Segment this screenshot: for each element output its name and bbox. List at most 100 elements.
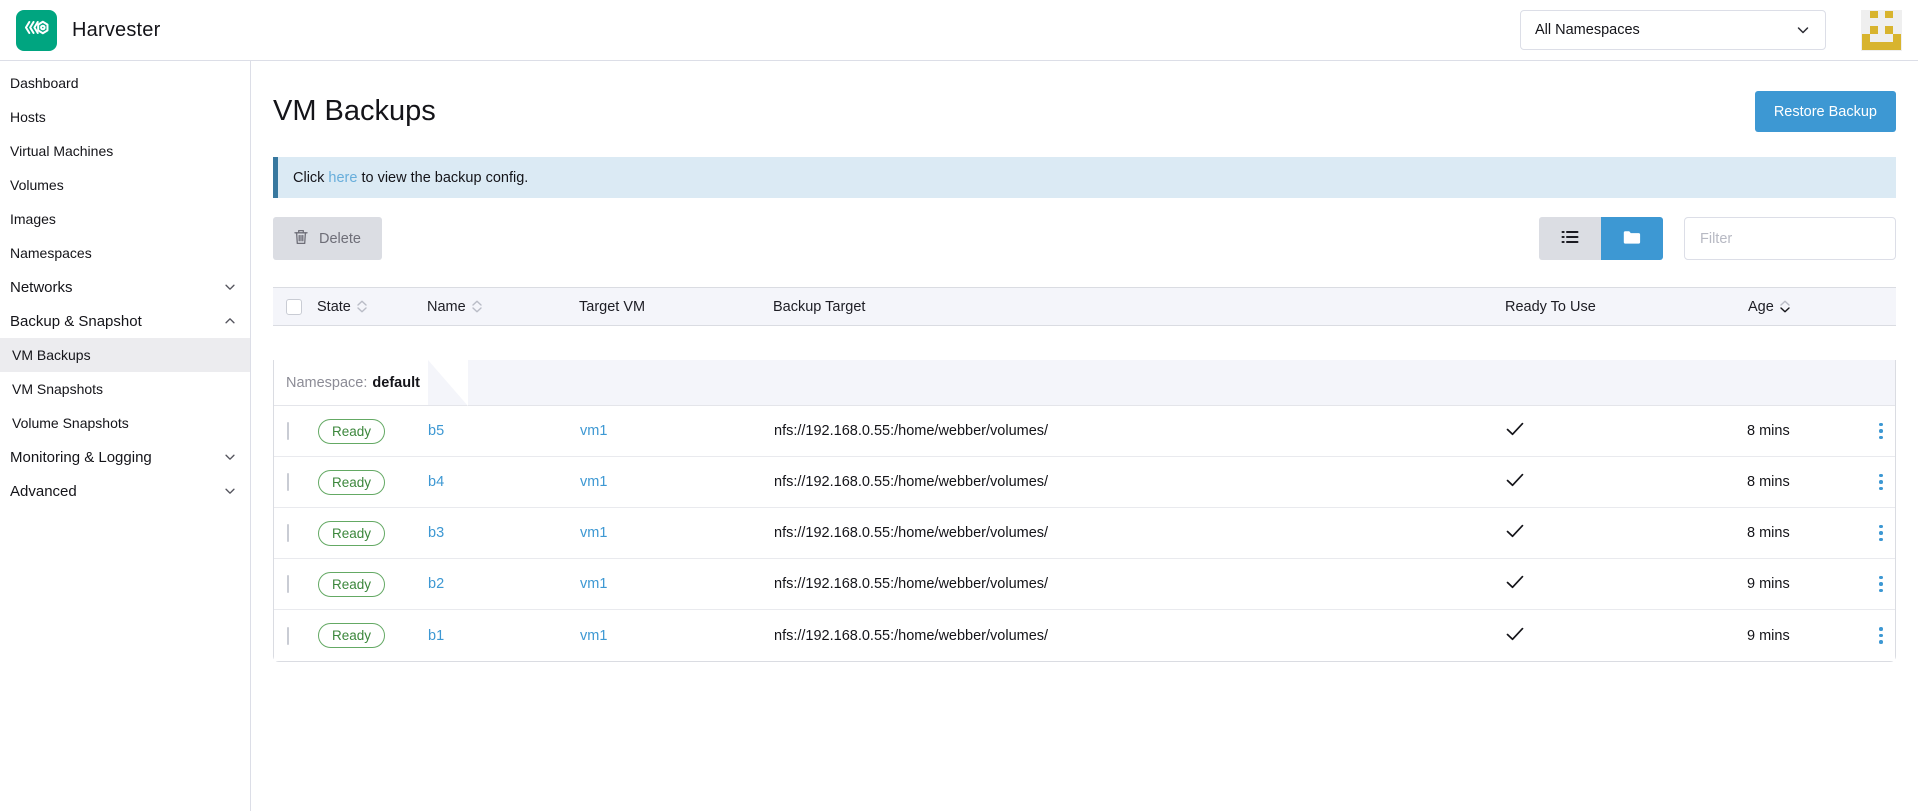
avatar-pixel <box>1878 11 1886 19</box>
sidebar-item-advanced[interactable]: Advanced <box>0 474 250 508</box>
backup-name-link[interactable]: b4 <box>428 474 444 490</box>
avatar-pixel <box>1878 18 1886 26</box>
ready-to-use-cell <box>1504 473 1747 491</box>
target-vm-link[interactable]: vm1 <box>580 628 607 644</box>
user-avatar[interactable] <box>1861 10 1902 51</box>
sidebar-item-label: Backup & Snapshot <box>10 313 223 330</box>
table-row: Ready b2 vm1 nfs://192.168.0.55:/home/we… <box>274 559 1895 610</box>
ready-check-icon <box>1506 627 1524 645</box>
target-vm-cell: vm1 <box>580 474 774 490</box>
backup-name-link[interactable]: b3 <box>428 525 444 541</box>
sort-icon <box>1780 300 1790 313</box>
list-view-icon <box>1561 230 1579 247</box>
ready-check-icon <box>1506 575 1524 593</box>
app-title: Harvester <box>72 19 161 42</box>
table-row: Ready b4 vm1 nfs://192.168.0.55:/home/we… <box>274 457 1895 508</box>
banner-here-link[interactable]: here <box>328 170 357 186</box>
row-actions-menu-icon[interactable] <box>1867 623 1895 648</box>
sidebar-item-volume-snapshots[interactable]: Volume Snapshots <box>0 406 250 440</box>
row-checkbox[interactable] <box>287 473 289 491</box>
group-value: default <box>372 375 420 391</box>
sidebar-nav: Dashboard Hosts Virtual Machines Volumes… <box>0 61 251 811</box>
sidebar-item-networks[interactable]: Networks <box>0 270 250 304</box>
ready-to-use-cell <box>1504 524 1747 542</box>
target-vm-link[interactable]: vm1 <box>580 576 607 592</box>
avatar-pixel <box>1885 18 1893 26</box>
table-row: Ready b5 vm1 nfs://192.168.0.55:/home/we… <box>274 406 1895 457</box>
state-cell: Ready <box>318 572 428 597</box>
table-body: Namespace: default Ready b5 vm1 nfs://19… <box>273 360 1896 662</box>
row-checkbox[interactable] <box>287 422 289 440</box>
target-vm-link[interactable]: vm1 <box>580 474 607 490</box>
column-header-label: Target VM <box>579 299 645 315</box>
delete-button-label: Delete <box>319 231 361 247</box>
row-actions-menu-icon[interactable] <box>1867 521 1895 546</box>
sidebar-item-label: Advanced <box>10 483 223 500</box>
chevron-up-icon <box>223 314 237 328</box>
sidebar-item-label: Dashboard <box>10 75 237 91</box>
harvester-logo[interactable] <box>16 10 57 51</box>
sidebar-item-namespaces[interactable]: Namespaces <box>0 236 250 270</box>
name-cell: b2 <box>428 576 580 592</box>
sidebar-item-label: Monitoring & Logging <box>10 449 223 466</box>
sidebar-item-virtual-machines[interactable]: Virtual Machines <box>0 134 250 168</box>
sidebar-item-backup-snapshot[interactable]: Backup & Snapshot <box>0 304 250 338</box>
ready-check-icon <box>1506 422 1524 440</box>
avatar-pixel <box>1862 26 1870 34</box>
sidebar-item-label: Namespaces <box>10 245 237 261</box>
name-cell: b3 <box>428 525 580 541</box>
sidebar-item-volumes[interactable]: Volumes <box>0 168 250 202</box>
sidebar-item-vm-backups[interactable]: VM Backups <box>0 338 250 372</box>
row-checkbox-cell <box>274 474 318 490</box>
row-checkbox[interactable] <box>287 575 289 593</box>
avatar-pixel <box>1862 42 1870 50</box>
delete-button[interactable]: Delete <box>273 217 382 260</box>
target-vm-cell: vm1 <box>580 576 774 592</box>
page-title: VM Backups <box>273 95 436 128</box>
filter-input[interactable] <box>1684 217 1896 260</box>
sidebar-item-images[interactable]: Images <box>0 202 250 236</box>
namespace-filter-select[interactable]: All Namespaces <box>1520 10 1826 50</box>
sidebar-item-label: Images <box>10 211 237 227</box>
column-header-state[interactable]: State <box>317 299 427 315</box>
target-vm-link[interactable]: vm1 <box>580 423 607 439</box>
row-checkbox[interactable] <box>287 627 289 645</box>
column-header-backup-target: Backup Target <box>773 299 1505 315</box>
row-checkbox[interactable] <box>287 524 289 542</box>
view-toggle <box>1539 217 1663 260</box>
backup-name-link[interactable]: b1 <box>428 628 444 644</box>
backup-target-cell: nfs://192.168.0.55:/home/webber/volumes/ <box>774 423 1504 439</box>
sidebar-item-dashboard[interactable]: Dashboard <box>0 66 250 100</box>
row-actions-menu-icon[interactable] <box>1867 470 1895 495</box>
backup-name-link[interactable]: b2 <box>428 576 444 592</box>
select-all-checkbox[interactable] <box>286 299 302 315</box>
avatar-pixel <box>1885 26 1893 34</box>
backup-target-cell: nfs://192.168.0.55:/home/webber/volumes/ <box>774 474 1504 490</box>
grouped-view-button[interactable] <box>1601 217 1663 260</box>
column-header-name[interactable]: Name <box>427 299 579 315</box>
banner-text-after: to view the backup config. <box>361 170 528 186</box>
ready-check-icon <box>1506 524 1524 542</box>
harvester-logo-icon <box>23 14 50 46</box>
sidebar-item-hosts[interactable]: Hosts <box>0 100 250 134</box>
state-badge: Ready <box>318 572 385 597</box>
column-header-label: Backup Target <box>773 299 865 315</box>
main-content: VM Backups Restore Backup Click here to … <box>251 61 1918 811</box>
sidebar-item-label: Virtual Machines <box>10 143 237 159</box>
avatar-pixel <box>1870 11 1878 19</box>
column-header-age[interactable]: Age <box>1748 299 1868 315</box>
info-banner: Click here to view the backup config. <box>273 157 1896 198</box>
row-actions-menu-icon[interactable] <box>1867 419 1895 444</box>
sidebar-item-vm-snapshots[interactable]: VM Snapshots <box>0 372 250 406</box>
row-actions-menu-icon[interactable] <box>1867 572 1895 597</box>
backup-name-link[interactable]: b5 <box>428 423 444 439</box>
avatar-pixel <box>1878 26 1886 34</box>
name-cell: b5 <box>428 423 580 439</box>
sidebar-item-monitoring-logging[interactable]: Monitoring & Logging <box>0 440 250 474</box>
target-vm-link[interactable]: vm1 <box>580 525 607 541</box>
name-cell: b1 <box>428 628 580 644</box>
target-vm-cell: vm1 <box>580 525 774 541</box>
list-view-button[interactable] <box>1539 217 1601 260</box>
avatar-pixel <box>1885 42 1893 50</box>
restore-backup-button[interactable]: Restore Backup <box>1755 91 1896 132</box>
